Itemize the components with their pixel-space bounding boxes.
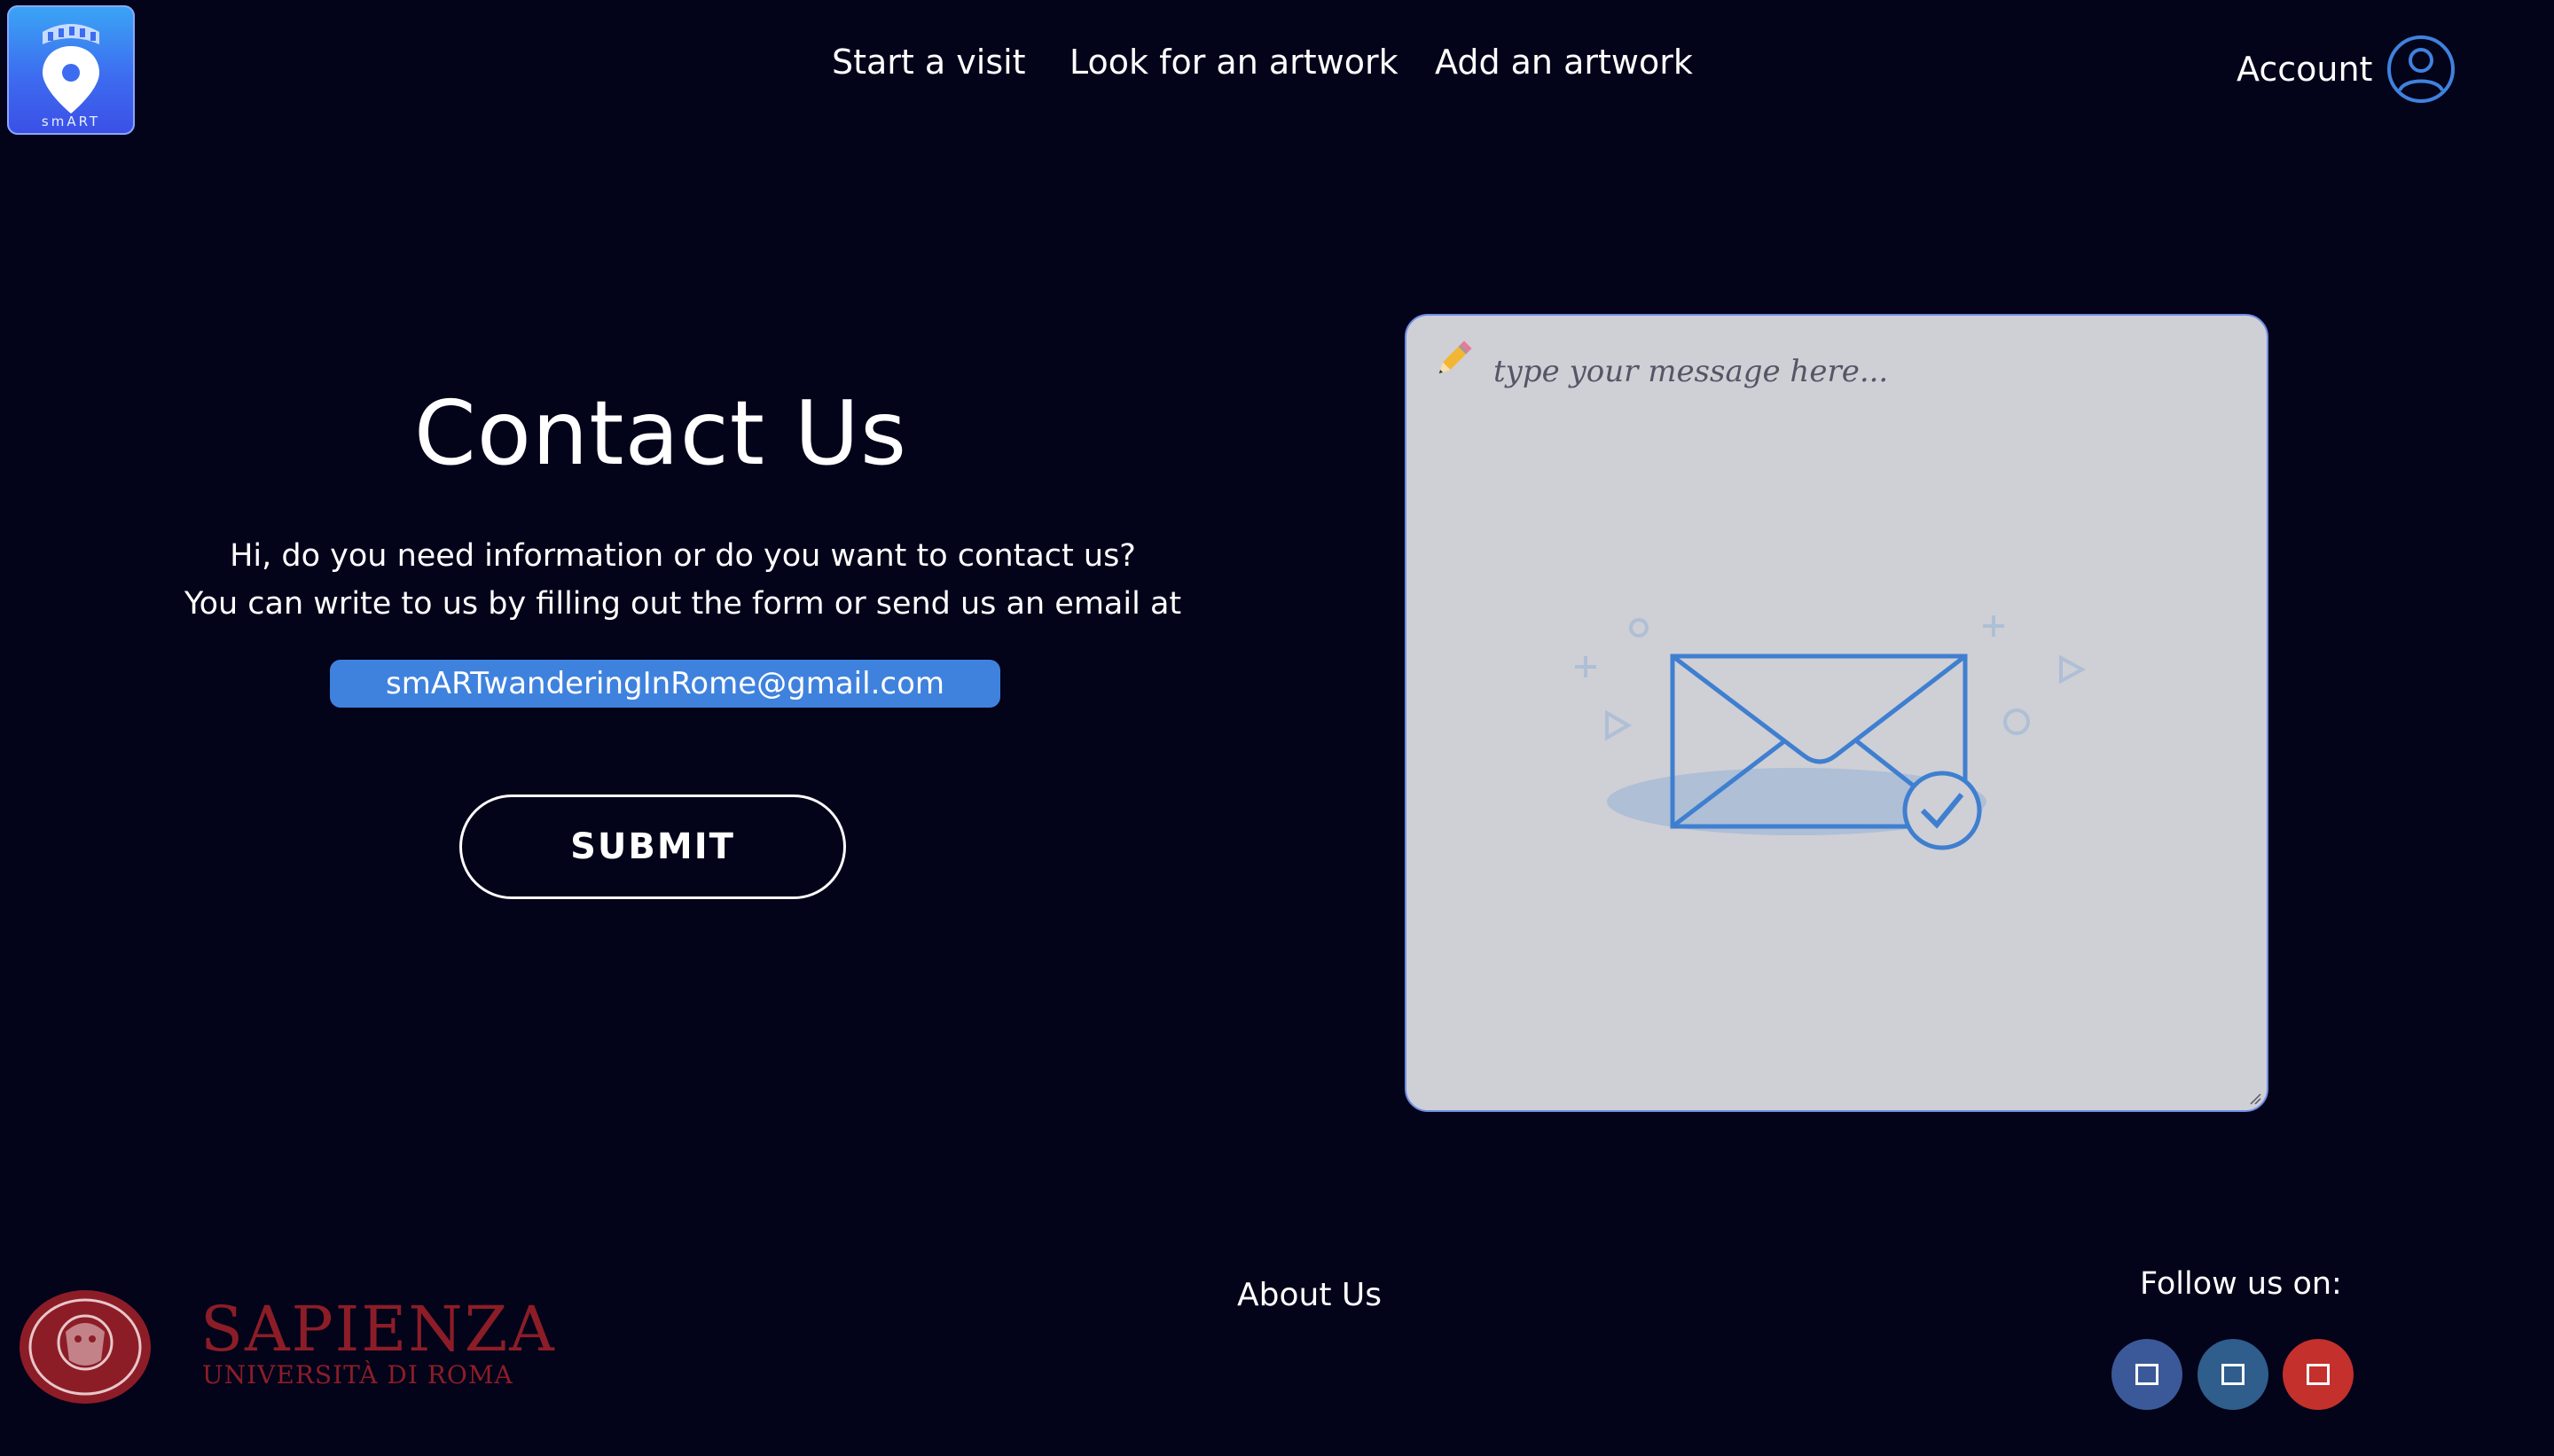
about-us-link[interactable]: About Us xyxy=(1237,1277,1382,1313)
university-subtitle: UNIVERSITÀ DI ROMA xyxy=(202,1360,513,1389)
logo-text: smART xyxy=(41,114,101,129)
contact-description: Hi, do you need information or do you wa… xyxy=(0,532,1366,628)
description-line-2: You can write to us by filling out the f… xyxy=(184,586,1182,622)
page-title: Contact Us xyxy=(413,381,908,485)
nav-add-artwork[interactable]: Add an artwork xyxy=(1435,43,1693,82)
user-avatar-icon[interactable] xyxy=(2386,35,2456,104)
mail-sent-icon xyxy=(1575,615,2087,850)
account-menu[interactable]: Account xyxy=(2237,34,2456,105)
linkedin-icon[interactable] xyxy=(2198,1339,2268,1410)
main-nav: Start a visit Look for an artwork Add an… xyxy=(0,43,2554,87)
youtube-icon[interactable] xyxy=(2283,1339,2354,1410)
university-name: SAPIENZA xyxy=(200,1293,556,1366)
contact-email[interactable]: smARTwanderingInRome@gmail.com xyxy=(330,660,1000,708)
message-input[interactable] xyxy=(1492,344,2222,399)
nav-start-visit[interactable]: Start a visit xyxy=(832,43,1026,82)
submit-button[interactable]: SUBMIT xyxy=(459,795,846,899)
resize-handle-icon[interactable] xyxy=(2249,1092,2261,1105)
message-form xyxy=(1405,314,2268,1112)
account-label: Account xyxy=(2237,50,2373,89)
facebook-icon[interactable] xyxy=(2111,1339,2182,1410)
description-line-1: Hi, do you need information or do you wa… xyxy=(230,538,1136,574)
pencil-icon xyxy=(1438,341,1472,374)
sapienza-seal-icon xyxy=(20,1290,151,1404)
follow-us-label: Follow us on: xyxy=(2140,1266,2342,1302)
nav-look-for-artwork[interactable]: Look for an artwork xyxy=(1069,43,1398,82)
